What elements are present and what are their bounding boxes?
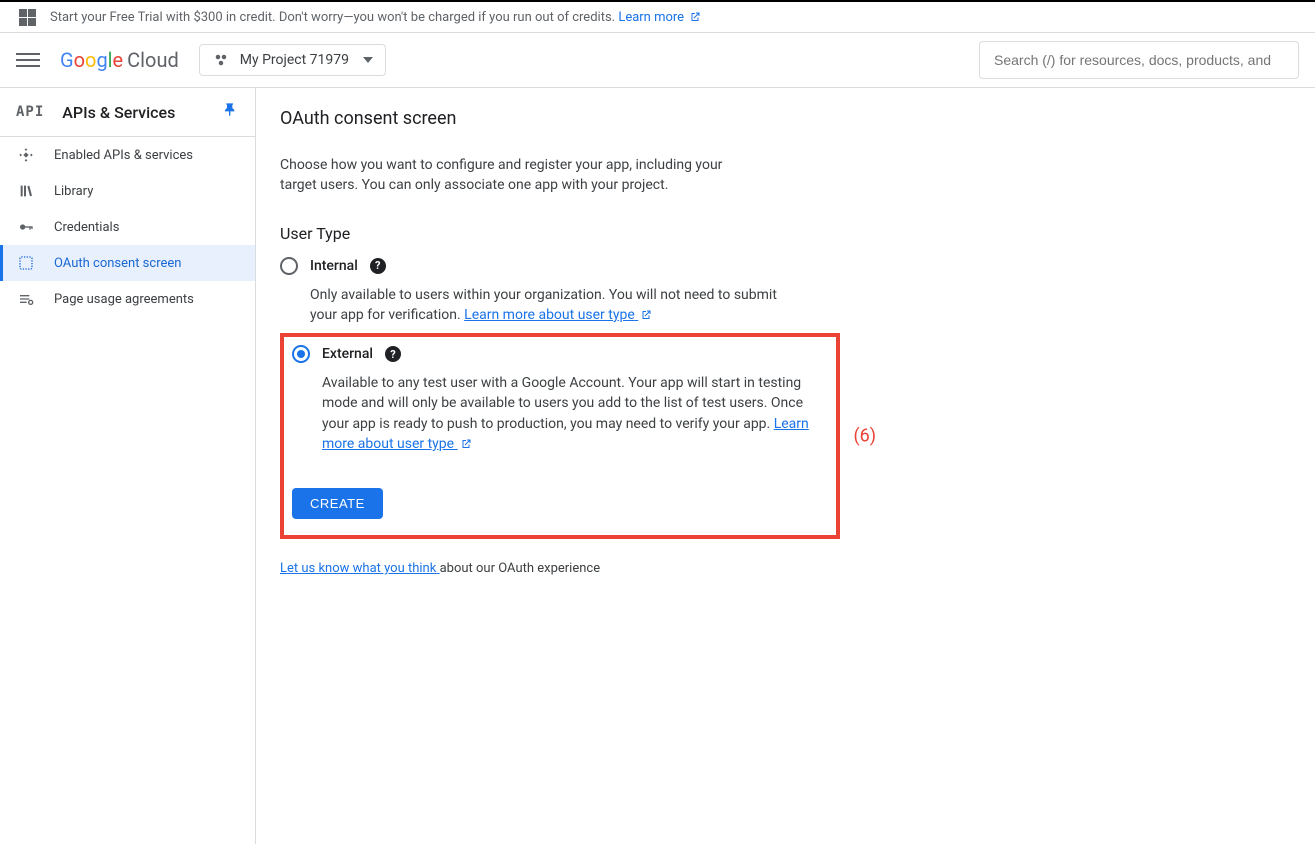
header: Google Cloud My Project 71979: [0, 33, 1315, 88]
trial-text-wrap: Start your Free Trial with $300 in credi…: [50, 10, 701, 25]
project-name: My Project 71979: [240, 52, 349, 68]
radio-external-label: External: [322, 346, 373, 362]
main-content: OAuth consent screen Choose how you want…: [256, 88, 1156, 844]
sidebar-item-label: Library: [54, 184, 93, 199]
sidebar-item-credentials[interactable]: Credentials: [0, 209, 255, 245]
trial-text: Start your Free Trial with $300 in credi…: [50, 10, 618, 25]
sidebar-item-label: OAuth consent screen: [54, 256, 181, 271]
sidebar-section-title: APIs & Services: [62, 103, 205, 122]
consent-screen-icon: [16, 255, 36, 271]
internal-description: Only available to users within your orga…: [310, 285, 800, 326]
highlight-annotation-box: External ? Available to any test user wi…: [280, 333, 840, 539]
external-description: Available to any test user with a Google…: [322, 373, 812, 454]
project-scope-icon: [212, 51, 230, 69]
trial-learn-more-link[interactable]: Learn more: [618, 10, 701, 25]
sidebar-item-label: Enabled APIs & services: [54, 148, 193, 163]
intro-text: Choose how you want to configure and reg…: [280, 155, 760, 196]
page-title: OAuth consent screen: [280, 108, 1132, 129]
sidebar-item-label: Page usage agreements: [54, 292, 194, 307]
internal-learn-more-label: Learn more about user type: [464, 307, 635, 323]
external-link-icon: [640, 309, 652, 321]
hamburger-menu-button[interactable]: [16, 48, 40, 72]
create-button[interactable]: CREATE: [292, 488, 383, 519]
annotation-number: (6): [853, 426, 876, 447]
library-icon: [16, 183, 36, 199]
google-cloud-logo[interactable]: Google Cloud: [60, 48, 179, 72]
feedback-link-label: Let us know what you think: [280, 561, 436, 576]
gift-icon: [18, 8, 36, 26]
sidebar-item-page-usage[interactable]: Page usage agreements: [0, 281, 255, 317]
user-type-heading: User Type: [280, 224, 1132, 243]
external-link-icon: [460, 438, 472, 450]
feedback-suffix: about our OAuth experience: [440, 561, 601, 576]
feedback-link[interactable]: Let us know what you think: [280, 561, 440, 576]
api-square-icon: [16, 147, 36, 163]
pin-icon[interactable]: [223, 102, 239, 122]
help-icon[interactable]: ?: [385, 346, 401, 362]
search-input[interactable]: [979, 41, 1299, 79]
radio-internal[interactable]: [280, 257, 298, 275]
sidebar-item-oauth-consent[interactable]: OAuth consent screen: [0, 245, 255, 281]
agreement-icon: [16, 291, 36, 307]
sidebar-header: API APIs & Services: [0, 88, 255, 137]
sidebar-item-label: Credentials: [54, 220, 119, 235]
radio-external[interactable]: [292, 345, 310, 363]
radio-option-external: External ? Available to any test user wi…: [292, 345, 828, 454]
trial-learn-more-label: Learn more: [618, 10, 684, 25]
external-desc-text: Available to any test user with a Google…: [322, 375, 803, 432]
key-icon: [16, 219, 36, 235]
chevron-down-icon: [363, 57, 373, 63]
radio-option-internal: Internal ? Only available to users withi…: [280, 257, 1132, 326]
external-link-icon: [689, 11, 701, 23]
api-badge: API: [16, 104, 44, 120]
radio-internal-label: Internal: [310, 258, 358, 274]
internal-learn-more-link[interactable]: Learn more about user type: [464, 307, 652, 323]
trial-banner: Start your Free Trial with $300 in credi…: [0, 2, 1315, 33]
help-icon[interactable]: ?: [370, 258, 386, 274]
google-wordmark: Google: [60, 48, 123, 72]
sidebar-item-enabled-apis[interactable]: Enabled APIs & services: [0, 137, 255, 173]
feedback-line: Let us know what you think about our OAu…: [280, 561, 1132, 576]
sidebar: API APIs & Services Enabled APIs & servi…: [0, 88, 256, 844]
project-selector[interactable]: My Project 71979: [199, 44, 386, 76]
sidebar-item-library[interactable]: Library: [0, 173, 255, 209]
search-box: [979, 41, 1299, 79]
cloud-label: Cloud: [127, 48, 179, 72]
